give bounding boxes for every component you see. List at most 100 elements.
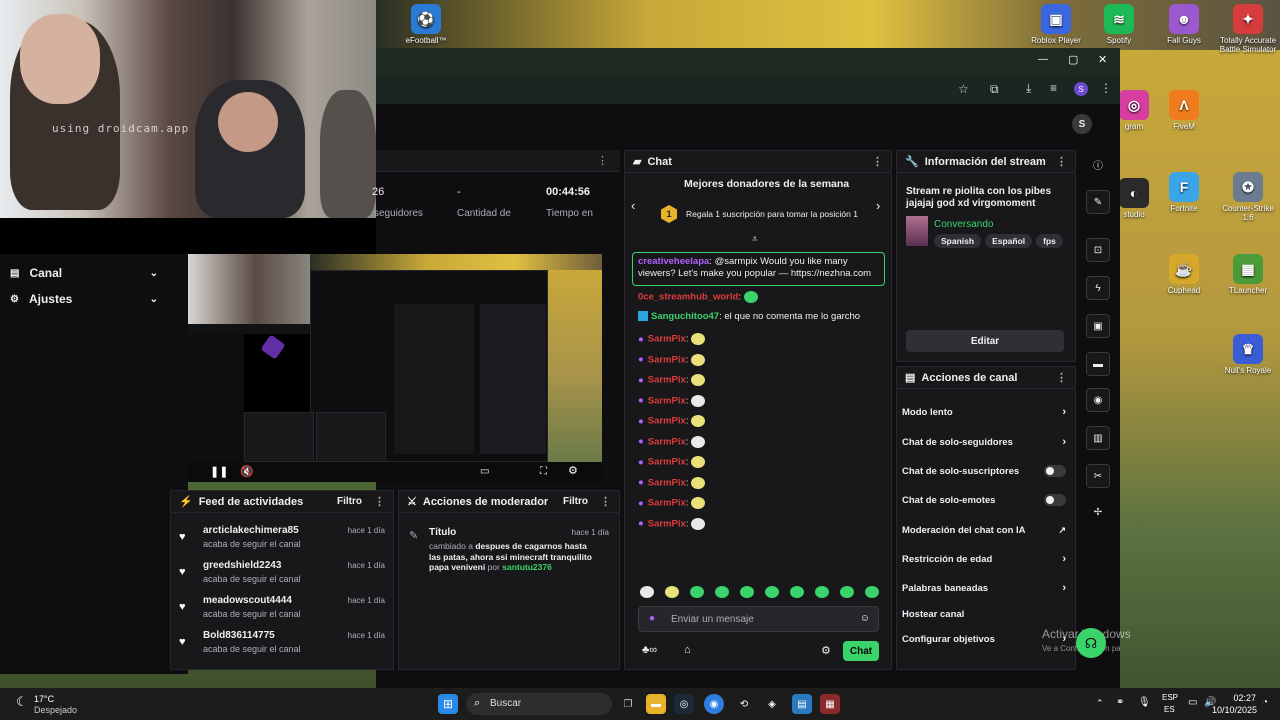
desktop-icon[interactable]: ♛ Null's Royale (1218, 334, 1278, 375)
emote-icon[interactable] (790, 586, 804, 598)
minimize-button[interactable]: — (1038, 54, 1048, 65)
user-avatar[interactable]: S (1072, 114, 1092, 134)
chat-settings-icon[interactable]: ⚙ (821, 644, 831, 657)
monitor-tray-icon[interactable]: ▭ (1188, 697, 1197, 708)
start-icon[interactable]: ⊞ (438, 694, 458, 714)
chrome-icon[interactable]: ◉ (704, 694, 724, 714)
feed-filter-button[interactable]: Filtro (337, 496, 362, 507)
feed-item[interactable]: ♥ greedshield2243 acaba de seguir el canal… (179, 560, 385, 590)
feed-menu-icon[interactable]: ⋮ (374, 495, 385, 508)
emote-icon[interactable] (640, 586, 654, 598)
donors-prev-icon[interactable]: ‹ (631, 198, 635, 213)
lang-primary[interactable]: ESP (1162, 693, 1178, 702)
chat-user[interactable]: SarmPix (648, 416, 686, 427)
support-icon[interactable]: ☊ (1076, 628, 1106, 658)
info-icon[interactable]: ⓘ (1086, 152, 1110, 176)
app-icon[interactable]: ⟲ (734, 694, 754, 714)
chat-pin-icon[interactable]: ⩡ (752, 234, 758, 245)
feed-item-name[interactable]: Bold836114775 (203, 630, 275, 641)
chat-user[interactable]: creativeheelapa (638, 256, 709, 267)
emote-icon[interactable] (665, 586, 679, 598)
app3-icon[interactable]: ▤ (792, 694, 812, 714)
clock-date[interactable]: 10/10/2025 (1212, 705, 1257, 715)
emote-icon[interactable] (715, 586, 729, 598)
notification-icon[interactable]: ◔ (1262, 697, 1268, 708)
feed-item-name[interactable]: meadowscout4444 (203, 595, 292, 606)
network-tray-icon[interactable]: ⚭ (1116, 697, 1124, 708)
toggle-switch[interactable] (1044, 465, 1066, 477)
feed-item-name[interactable]: arcticlakechimera85 (203, 525, 299, 536)
desktop-icon[interactable]: Λ FiveM (1154, 90, 1214, 131)
fullscreen-icon[interactable]: ⛶ (540, 466, 547, 477)
stream-tag[interactable]: fps (1036, 234, 1063, 248)
stats-menu-icon[interactable]: ⋮ (597, 154, 608, 167)
nav-ajustes[interactable]: ⚙ Ajustes ⌄ (0, 286, 168, 312)
app4-icon[interactable]: ▦ (820, 694, 840, 714)
chat-user[interactable]: SarmPix (648, 436, 686, 447)
stream-tag[interactable]: Español (985, 234, 1033, 248)
browser-menu-icon[interactable]: ⋮ (1100, 81, 1112, 95)
feed-item-name[interactable]: greedshield2243 (203, 560, 281, 571)
message-icon[interactable]: ▬ (1086, 352, 1110, 376)
weather-icon[interactable]: ☾ (12, 692, 32, 712)
tab-list-icon[interactable]: ≡ (1050, 81, 1057, 95)
theater-icon[interactable]: ▭ (480, 466, 489, 477)
mod-menu-icon[interactable]: ⋮ (600, 495, 611, 508)
category-thumbnail[interactable] (906, 216, 928, 246)
channel-action-item[interactable]: Moderación del chat con IA ↗ (902, 520, 1066, 540)
chat-user[interactable]: SarmPix (648, 395, 686, 406)
emote-icon[interactable] (815, 586, 829, 598)
clip-icon[interactable]: ⊡ (1086, 238, 1110, 262)
desktop-icon[interactable]: ✦ Totally Accurate Battle Simulator (1218, 4, 1278, 54)
toggle-switch[interactable] (1044, 494, 1066, 506)
clock-time[interactable]: 02:27 (1222, 693, 1256, 703)
channel-action-item[interactable]: Restricción de edad › (902, 549, 1066, 569)
chat-user[interactable]: SarmPix (648, 498, 686, 509)
mute-icon[interactable]: 🔇 (240, 465, 254, 478)
feed-item[interactable]: ♥ Bold836114775 acaba de seguir el canal ha… (179, 630, 385, 660)
emote-icon[interactable] (690, 586, 704, 598)
add-widget-icon[interactable]: ✢ (1086, 500, 1110, 524)
desktop-icon[interactable]: F Fortnite (1154, 172, 1214, 213)
emote-icon[interactable] (840, 586, 854, 598)
channel-action-item[interactable]: Palabras baneadas › (902, 578, 1066, 598)
chat-send-button[interactable]: Chat (843, 641, 879, 661)
channel-action-item[interactable]: Chat de solo-suscriptores (902, 461, 1066, 481)
donors-next-icon[interactable]: › (876, 198, 880, 213)
profile-avatar[interactable]: S (1074, 82, 1088, 96)
steam-icon[interactable]: ◎ (674, 694, 694, 714)
mic-tray-icon[interactable]: 🎙 (1138, 697, 1151, 708)
mod-filter-button[interactable]: Filtro (563, 496, 588, 507)
mod-entry-user[interactable]: santutu2376 (502, 562, 552, 572)
feed-item[interactable]: ♥ arcticlakechimera85 acaba de seguir el c… (179, 525, 385, 555)
pause-icon[interactable]: ❚❚ (210, 465, 228, 478)
chat-user[interactable]: SarmPix (648, 518, 686, 529)
chat-menu-icon[interactable]: ⋮ (872, 155, 883, 168)
emote-picker-icon[interactable]: ☺ (860, 613, 870, 624)
extensions-icon[interactable]: ⧉ (990, 82, 999, 97)
lightning-icon[interactable]: ϟ (1086, 276, 1110, 300)
emote-icon[interactable] (740, 586, 754, 598)
maximize-button[interactable]: ▢ (1068, 53, 1078, 66)
stream-tag[interactable]: Spanish (934, 234, 982, 248)
broadcast-icon[interactable]: ◉ (1086, 388, 1110, 412)
close-button[interactable]: ✕ (1098, 53, 1107, 66)
channel-action-item[interactable]: Hostear canal (902, 604, 1066, 624)
channel-actions-menu-icon[interactable]: ⋮ (1056, 371, 1067, 384)
desktop-icon[interactable]: ▣ Roblox Player (1026, 4, 1086, 45)
gift-icon[interactable]: ⌂ (684, 644, 691, 656)
chat-user[interactable]: SarmPix (648, 457, 686, 468)
desktop-icon[interactable]: ☕ Cuphead (1154, 254, 1214, 295)
lang-secondary[interactable]: ES (1164, 705, 1175, 714)
desktop-icon[interactable]: ☻ Fall Guys (1154, 4, 1214, 45)
taskbar-search[interactable]: ⌕ Buscar (466, 693, 612, 715)
preview-settings-icon[interactable]: ⚙ (568, 464, 578, 477)
app2-icon[interactable]: ◈ (762, 694, 782, 714)
chat-user[interactable]: SarmPix (648, 375, 686, 386)
monitor-icon[interactable]: ▥ (1086, 426, 1110, 450)
task-view-icon[interactable]: ❐ (618, 694, 638, 714)
desktop-icon[interactable]: ⚽ eFootball™ (396, 4, 456, 45)
star-icon[interactable]: ☆ (958, 82, 969, 96)
emote-icon[interactable] (765, 586, 779, 598)
tray-chevron-icon[interactable]: ⌃ (1096, 698, 1104, 709)
